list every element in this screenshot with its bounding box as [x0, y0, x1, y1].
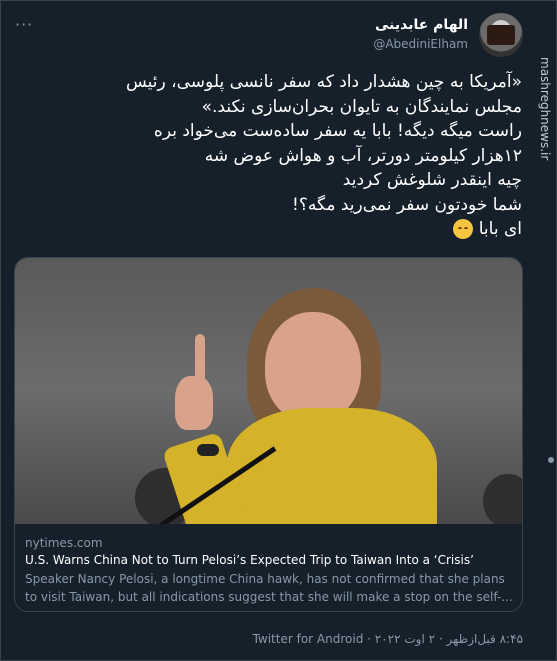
finger-shape — [195, 334, 205, 382]
tweet-line: «آمریکا به چین هشدار داد که سفر نانسی پل… — [125, 72, 522, 92]
tweet-text: «آمریکا به چین هشدار داد که سفر نانسی پل… — [22, 70, 522, 242]
card-description: Speaker Nancy Pelosi, a longtime China h… — [25, 572, 513, 604]
relieved-face-icon — [453, 219, 474, 239]
background-figure — [483, 474, 522, 524]
hand-shape — [175, 376, 213, 430]
more-options-icon[interactable]: ··· — [15, 15, 33, 34]
tweet-timestamp[interactable]: ۸:۴۵ قبل‌ازظهر · ۲ اوت ۲۰۲۲ · Twitter fo… — [253, 632, 523, 646]
tweet-line: چیه اینقدر شلوغش کردید — [342, 170, 522, 190]
tweet-container: ··· الهام عابدینی @AbediniElham mashregh… — [0, 0, 557, 661]
tweet-line-last: ای بابا — [22, 217, 522, 242]
card-domain: nytimes.com — [25, 536, 103, 550]
face-shape — [265, 312, 361, 422]
tweet-line: ۱۲هزار کیلومتر دورتر، آب و هواش عوض شه — [204, 145, 522, 166]
watermark: mashreghnews.ir — [534, 57, 556, 177]
card-image[interactable] — [15, 258, 522, 524]
avatar-seal — [487, 25, 515, 45]
scrollbar-indicator[interactable] — [548, 457, 554, 463]
card-title[interactable]: U.S. Warns China Not to Turn Pelosi’s Ex… — [25, 553, 474, 567]
card-meta[interactable]: nytimes.com U.S. Warns China Not to Turn… — [15, 524, 522, 611]
yellow-jacket-shape — [227, 408, 437, 524]
tweet-line: شما خودتون سفر نمی‌رید مگه؟! — [292, 194, 522, 215]
microphone-head — [197, 444, 219, 456]
tweet-line: مجلس نمایندگان به تایوان بحران‌سازی نکند… — [201, 96, 522, 117]
link-card[interactable]: nytimes.com U.S. Warns China Not to Turn… — [14, 257, 523, 612]
author-name[interactable]: الهام عابدینی — [375, 17, 468, 33]
avatar[interactable] — [479, 13, 523, 57]
tweet-line: ای بابا — [478, 219, 522, 239]
watermark-text: mashreghnews.ir — [538, 57, 552, 161]
tweet-line: راست میگه دیگه! بابا یه سفر ساده‌ست می‌خ… — [153, 121, 522, 141]
author-handle[interactable]: @AbediniElham — [373, 37, 468, 51]
